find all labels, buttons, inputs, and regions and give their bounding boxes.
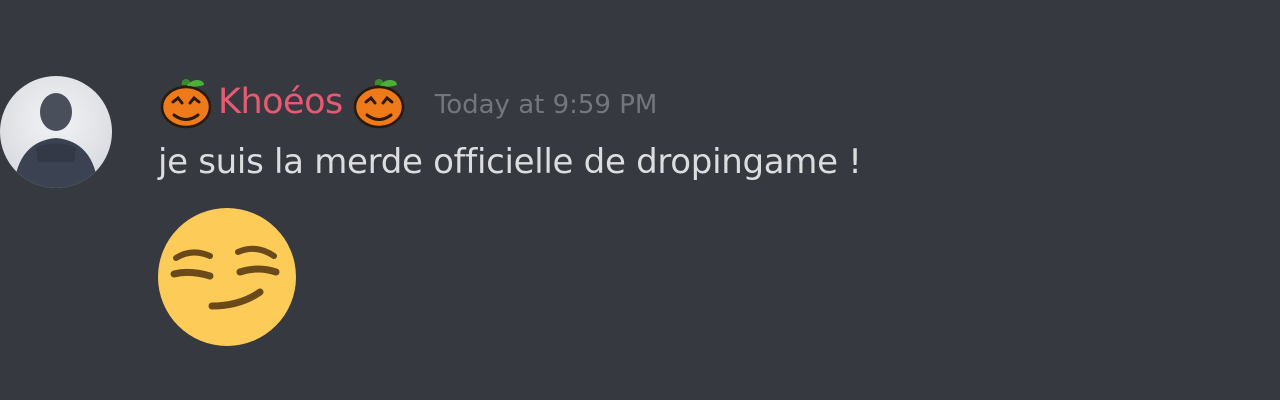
timestamp[interactable]: Today at 9:59 PM xyxy=(435,86,658,118)
pumpkin-icon xyxy=(160,75,212,129)
avatar[interactable] xyxy=(0,76,112,188)
chat-message: Khoéos Today at 9:59 PM je suis la merde… xyxy=(0,0,1280,400)
smirking-face-emoji[interactable] xyxy=(156,206,298,348)
pumpkin-icon xyxy=(353,75,405,129)
message-header: Khoéos Today at 9:59 PM xyxy=(160,72,657,132)
message-text: je suis la merde officielle de dropingam… xyxy=(158,142,862,182)
username[interactable]: Khoéos xyxy=(218,84,343,120)
